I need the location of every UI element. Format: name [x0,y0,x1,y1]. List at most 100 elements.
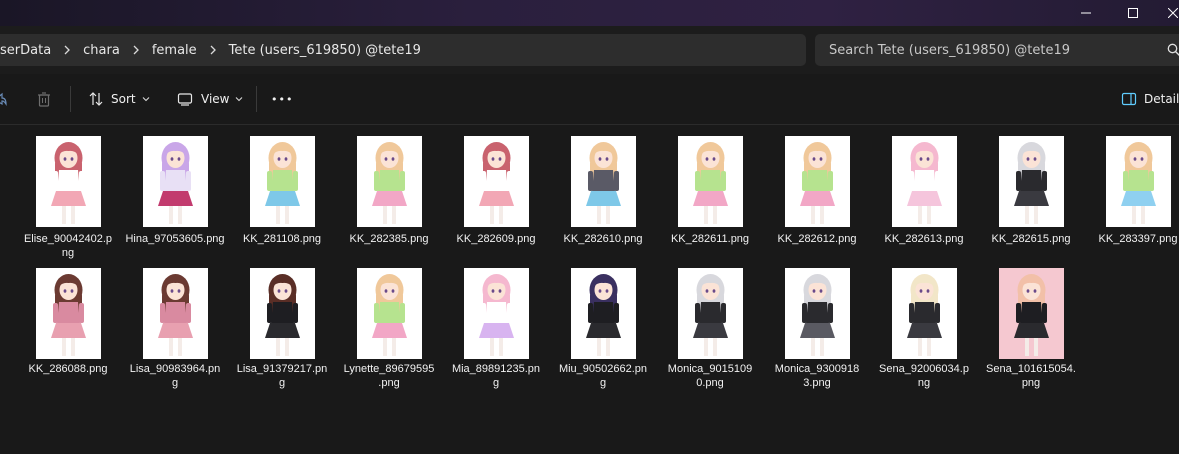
details-button[interactable]: Details [1121,84,1179,114]
trash-icon [38,92,50,107]
view-icon [177,93,193,106]
search-box[interactable] [815,34,1179,66]
file-name-line: Elise_90042402.p [23,233,113,245]
character-thumbnail-image [265,142,300,224]
breadcrumb-item[interactable]: chara [73,43,130,58]
breadcrumb-item[interactable]: Tete (users_619850) @tete19 [219,43,431,58]
file-name: Hina_97053605.png [125,232,225,246]
file-item[interactable]: KK_283397.png [1088,130,1179,255]
file-name-line: 0.png [696,377,724,389]
file-name-line: KK_282610.png [563,233,643,245]
file-name-line: Sena_101615054. [986,363,1076,375]
minimize-icon [1081,12,1091,14]
sort-label: Sort [111,92,136,106]
file-name: KK_282610.png [553,232,653,246]
character-thumbnail-image [693,142,728,224]
file-thumbnail [464,136,529,227]
chevron-right-icon[interactable] [61,45,73,55]
file-thumbnail [1106,136,1171,227]
file-thumbnail [678,136,743,227]
search-input[interactable] [815,41,1151,59]
file-item[interactable]: Sena_101615054. png [981,262,1081,390]
character-thumbnail-image [158,274,193,356]
character-thumbnail-image [800,142,835,224]
file-item[interactable]: KK_286088.png [18,262,118,387]
file-name-line: Monica_9015109 [667,363,753,375]
file-name: Lisa_91379217.pn g [232,362,332,390]
minimize-button[interactable] [1063,0,1109,26]
file-name-line: g [492,377,500,389]
view-label: View [201,92,230,106]
file-name: Lisa_90983964.pn g [125,362,225,390]
file-item[interactable]: KK_282612.png [767,130,867,255]
breadcrumb-item[interactable]: female [142,43,207,58]
toolbar-divider [256,86,257,112]
file-thumbnail [143,268,208,359]
character-thumbnail-image [586,274,621,356]
file-name-line: KK_283397.png [1098,233,1178,245]
file-name: Lynette_89679595 .png [339,362,439,390]
file-item[interactable]: Miu_90502662.pn g [553,262,653,390]
close-button[interactable] [1150,0,1179,26]
file-item[interactable]: KK_281108.png [232,130,332,255]
file-item[interactable]: Sena_92006034.p ng [874,262,974,389]
details-label: Details [1144,92,1179,106]
file-item[interactable]: Elise_90042402.png [18,130,118,259]
file-item[interactable]: KK_282609.png [446,130,546,255]
character-thumbnail-image [907,142,942,224]
breadcrumb-item[interactable]: serData [0,43,61,58]
file-name-line: KK_282385.png [349,233,429,245]
character-thumbnail-image [158,142,193,224]
file-name-line: KK_282609.png [456,233,536,245]
chevron-right-icon[interactable] [207,45,219,55]
character-thumbnail-image [586,142,621,224]
file-name: Miu_90502662.pn g [553,362,653,390]
file-thumbnail [143,136,208,227]
toolbar-divider [70,86,71,112]
character-thumbnail-image [1014,142,1049,224]
file-item[interactable]: KK_282613.png [874,130,974,255]
more-icon: ••• [271,92,294,106]
file-thumbnail [678,268,743,359]
file-name-line: 3.png [803,377,831,389]
file-name-line: Mia_89891235.pn [451,363,541,375]
sort-button[interactable]: Sort [88,84,150,114]
file-thumbnail [571,136,636,227]
file-name: KK_283397.png [1088,232,1179,246]
file-name-line: KK_282613.png [884,233,964,245]
share-button[interactable] [0,84,8,114]
file-name-line: ng [61,247,75,259]
file-thumbnail [357,268,422,359]
file-item[interactable]: Mia_89891235.png [446,262,546,390]
chevron-right-icon[interactable] [130,45,142,55]
file-thumbnail [999,268,1064,359]
file-item[interactable]: KK_282611.png [660,130,760,255]
file-name: Sena_101615054. png [981,362,1081,390]
close-icon [1168,8,1178,18]
file-item[interactable]: Lisa_90983964.pn g [125,262,225,390]
file-item[interactable]: KK_282385.png [339,130,439,255]
view-button[interactable]: View [177,84,243,114]
file-item[interactable]: Lisa_91379217.pn g [232,262,332,390]
character-thumbnail-image [693,274,728,356]
file-thumbnail [464,268,529,359]
more-options-button[interactable]: ••• [271,84,293,114]
file-name-line: Sena_92006034.p [879,363,969,375]
breadcrumb[interactable]: serData chara female Tete (users_619850)… [0,34,806,66]
file-name-line: KK_282612.png [777,233,857,245]
file-item[interactable]: Hina_97053605.png [125,130,225,255]
file-name: Mia_89891235.png [446,362,546,390]
file-item[interactable]: Monica_9015109 0.png [660,262,760,389]
file-item[interactable]: Monica_9300918 3.png [767,262,867,389]
character-thumbnail-image [1014,274,1049,356]
file-name-line: Lisa_90983964.pn [129,363,221,375]
file-thumbnail [250,268,315,359]
file-item[interactable]: Lynette_89679595 .png [339,262,439,390]
file-item[interactable]: KK_282610.png [553,130,653,255]
file-item[interactable]: KK_282615.png [981,130,1081,255]
delete-button[interactable] [36,84,52,114]
file-thumbnail [785,268,850,359]
search-icon[interactable] [1167,43,1179,57]
file-thumbnail [357,136,422,227]
title-bar [0,0,1179,26]
